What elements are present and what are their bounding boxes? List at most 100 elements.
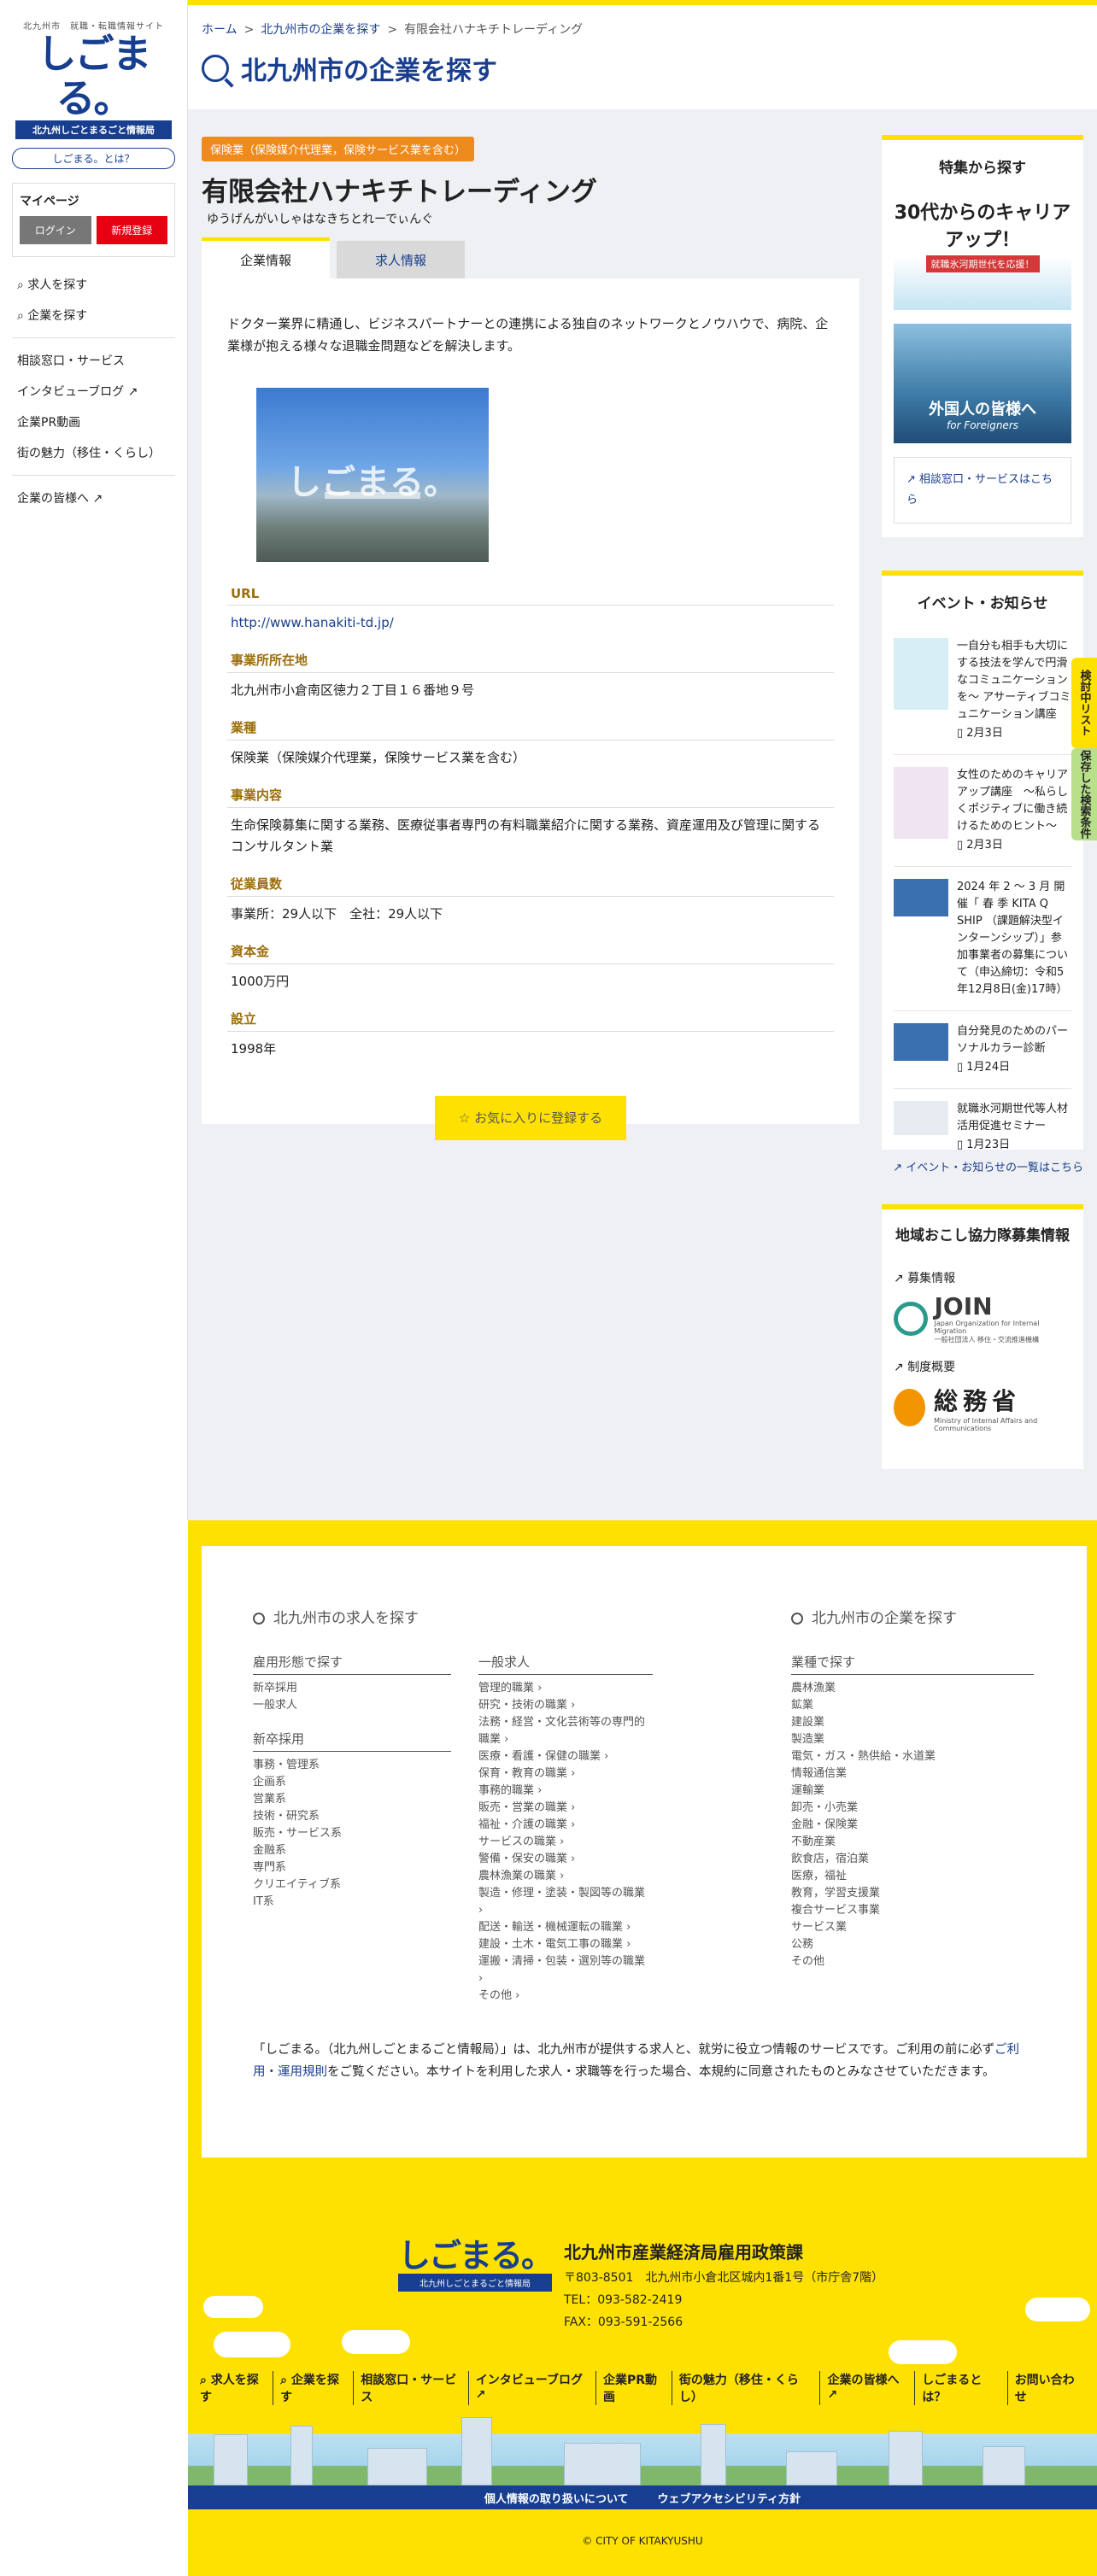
footer-nav-for-companies[interactable]: 企業の皆様へ ↗ [820, 2371, 916, 2405]
career-banner[interactable]: 30代からのキャリアアップ！ 就職氷河期世代を応援！ [894, 190, 1071, 310]
industry-item[interactable]: 情報通信業 [791, 1765, 1034, 1783]
general-item[interactable]: 福祉・介護の職業 › [478, 1817, 653, 1834]
general-item[interactable]: 販売・営業の職業 › [478, 1800, 653, 1817]
breadcrumb-home[interactable]: ホーム [202, 23, 238, 37]
footer-org-name: 北九州市産業経済局雇用政策課 [564, 2242, 803, 2263]
industry-item[interactable]: 卸売・小売業 [791, 1800, 1034, 1817]
footer-nav-consult[interactable]: 相談窓口・サービス [354, 2371, 469, 2405]
industry-item[interactable]: 運輸業 [791, 1783, 1034, 1800]
newgrad-item-label: 技術・研究系 [253, 1810, 320, 1823]
accessibility-link[interactable]: ウェブアクセシビリティ方針 [658, 2490, 801, 2506]
site-logo[interactable]: 北九州市 就職・転職情報サイト しごまる。 北九州しごとまるごと情報局 [12, 19, 175, 139]
industry-item[interactable]: 農林漁業 [791, 1680, 1034, 1697]
newgrad-item[interactable]: 専門系 [253, 1859, 451, 1876]
events-more-label: イベント・お知らせの一覧はこちら [906, 1162, 1083, 1174]
newgrad-item[interactable]: クリエイティブ系 [253, 1876, 451, 1894]
photo-watermark-band [325, 492, 420, 499]
sidebar-item-label: 求人を探す [27, 278, 88, 292]
employment-item[interactable]: 一般求人 [253, 1697, 451, 1714]
company-url-link[interactable]: http://www.hanakiti-td.jp/ [231, 615, 394, 630]
logo-band: 北九州しごとまるごと情報局 [15, 120, 172, 139]
newgrad-item[interactable]: 事務・管理系 [253, 1757, 451, 1774]
footer-logo[interactable]: しごまる。 北九州しごとまるごと情報局 [398, 2238, 554, 2333]
industry-item[interactable]: サービス業 [791, 1919, 1034, 1936]
join-logo-link[interactable]: JOIN Japan Organization for Internal Migr… [894, 1291, 1071, 1346]
newgrad-item[interactable]: 企画系 [253, 1774, 451, 1791]
login-button[interactable]: ログイン [20, 216, 91, 244]
join-mark-icon [894, 1302, 928, 1336]
event-item[interactable]: 2024 年 2 ～ 3 月 開 催「 春 季 KITA Q SHIP （課題解… [894, 867, 1071, 1011]
saved-search-tab[interactable]: 保存した検索条件 [1071, 748, 1097, 840]
industry-item[interactable]: 教育，学習支援業 [791, 1885, 1034, 1902]
sidebar-item-consult[interactable]: 相談窓口・サービス [12, 345, 175, 376]
favorite-button[interactable]: ☆ お気に入りに登録する [435, 1096, 626, 1140]
industry-item[interactable]: 飲食店，宿泊業 [791, 1851, 1034, 1868]
privacy-link[interactable]: 個人情報の取り扱いについて [484, 2490, 629, 2506]
footer-nav-about[interactable]: しごまるとは？ [915, 2371, 1008, 2405]
industry-item[interactable]: 製造業 [791, 1731, 1034, 1748]
events-widget: イベント・お知らせ 一自分も相手も大切にする技法を学んで円滑なコミュニケーション… [882, 571, 1083, 1151]
newgrad-item[interactable]: 営業系 [253, 1791, 451, 1808]
breadcrumb-companies[interactable]: 北九州市の企業を探す [261, 23, 380, 37]
footer-nav-blog[interactable]: インタビューブログ ↗ [469, 2371, 596, 2405]
event-item[interactable]: 自分発見のためのパーソナルカラー診断 ▯ 1月24日 [894, 1011, 1071, 1089]
footer-nav-jobs[interactable]: ⌕ 求人を探す [193, 2371, 274, 2405]
external-link-icon: ↗ [124, 385, 138, 399]
footer-nav-companies[interactable]: ⌕ 企業を探す [273, 2371, 355, 2405]
general-item[interactable]: 運搬・清掃・包装・選別等の職業 › [478, 1953, 653, 1988]
event-item[interactable]: 一自分も相手も大切にする技法を学んで円滑なコミュニケーションを～ アサーティブコ… [894, 626, 1071, 755]
foreigner-banner[interactable]: 外国人の皆様へ for Foreigners [894, 324, 1071, 443]
newgrad-item[interactable]: IT系 [253, 1894, 451, 1911]
event-item[interactable]: 就職氷河期世代等人材活用促進セミナー ▯ 1月23日 [894, 1089, 1071, 1166]
soumu-logo-link[interactable]: 総務省 Ministry of Internal Affairs and Comm… [894, 1380, 1071, 1435]
general-item[interactable]: 警備・保安の職業 › [478, 1851, 653, 1868]
general-item[interactable]: 研究・技術の職業 › [478, 1697, 653, 1714]
sidebar-item-blog[interactable]: インタビューブログ ↗ [12, 376, 175, 407]
newgrad-item[interactable]: 技術・研究系 [253, 1808, 451, 1825]
consider-list-tab[interactable]: 検討中リスト [1071, 658, 1097, 748]
sidebar-item-city[interactable]: 街の魅力（移住・くらし） [12, 437, 175, 468]
employment-item[interactable]: 新卒採用 [253, 1680, 451, 1697]
events-more-link[interactable]: ↗ イベント・お知らせの一覧はこちら [882, 1158, 1083, 1174]
general-item[interactable]: サービスの職業 › [478, 1834, 653, 1851]
industry-item-label: 不動産業 [791, 1835, 836, 1848]
general-item[interactable]: 製造・修理・塗装・製図等の職業 › [478, 1885, 653, 1919]
industry-item[interactable]: その他 [791, 1953, 1034, 1970]
industry-item[interactable]: 複合サービス事業 [791, 1902, 1034, 1919]
industry-item[interactable]: 公務 [791, 1936, 1034, 1953]
industry-item[interactable]: 医療，福祉 [791, 1868, 1034, 1885]
sidebar-item-jobs[interactable]: ⌕ 求人を探す [12, 269, 175, 300]
newgrad-item[interactable]: 販売・サービス系 [253, 1825, 451, 1842]
general-item[interactable]: その他 › [478, 1988, 653, 2005]
event-item[interactable]: 女性のためのキャリアアップ講座 ～私らしくポジティブに働き続けるためのヒント～ ▯… [894, 755, 1071, 867]
footer-nav-contact[interactable]: お問い合わせ [1008, 2371, 1088, 2405]
industry-item[interactable]: 建設業 [791, 1714, 1034, 1731]
general-item[interactable]: 建設・土木・電気工事の職業 › [478, 1936, 653, 1953]
newgrad-item[interactable]: 金融系 [253, 1842, 451, 1859]
general-item[interactable]: 保育・教育の職業 › [478, 1765, 653, 1783]
about-link[interactable]: しごまる。とは？ [12, 148, 175, 169]
consult-link[interactable]: ↗ 相談窓口・サービスはこちら [894, 457, 1071, 524]
tab-job-info[interactable]: 求人情報 [337, 241, 465, 278]
general-item[interactable]: 農林漁業の職業 › [478, 1868, 653, 1885]
building-decoration [983, 2446, 1025, 2485]
company-name: 有限会社ハナキチトレーディング [202, 177, 597, 208]
chevron-right-icon: › [623, 1938, 631, 1951]
sidebar-item-companies[interactable]: ⌕ 企業を探す [12, 300, 175, 331]
tab-company-info[interactable]: 企業情報 [202, 237, 330, 278]
footer-nav-pr-video[interactable]: 企業PR動画 [596, 2371, 672, 2405]
general-item[interactable]: 法務・経営・文化芸術等の専門的職業 › [478, 1714, 653, 1748]
footer-nav-city[interactable]: 街の魅力（移住・くらし） [672, 2371, 821, 2405]
general-item[interactable]: 医療・看護・保健の職業 › [478, 1748, 653, 1765]
sidebar-item-for-companies[interactable]: 企業の皆様へ ↗ [12, 483, 175, 513]
general-item[interactable]: 配送・輸送・機械運転の職業 › [478, 1919, 653, 1936]
industry-item[interactable]: 不動産業 [791, 1834, 1034, 1851]
general-item[interactable]: 事務的職業 › [478, 1783, 653, 1800]
industry-item[interactable]: 電気・ガス・熱供給・水道業 [791, 1748, 1034, 1765]
industry-item[interactable]: 鉱業 [791, 1697, 1034, 1714]
sidebar-item-pr-video[interactable]: 企業PR動画 [12, 407, 175, 437]
general-item[interactable]: 管理的職業 › [478, 1680, 653, 1697]
register-button[interactable]: 新規登録 [96, 216, 167, 244]
industry-item[interactable]: 金融・保険業 [791, 1817, 1034, 1834]
info-value-business: 生命保険募集に関する業務、医療従事者専門の有料職業紹介に関する業務、資産運用及び… [231, 817, 821, 854]
